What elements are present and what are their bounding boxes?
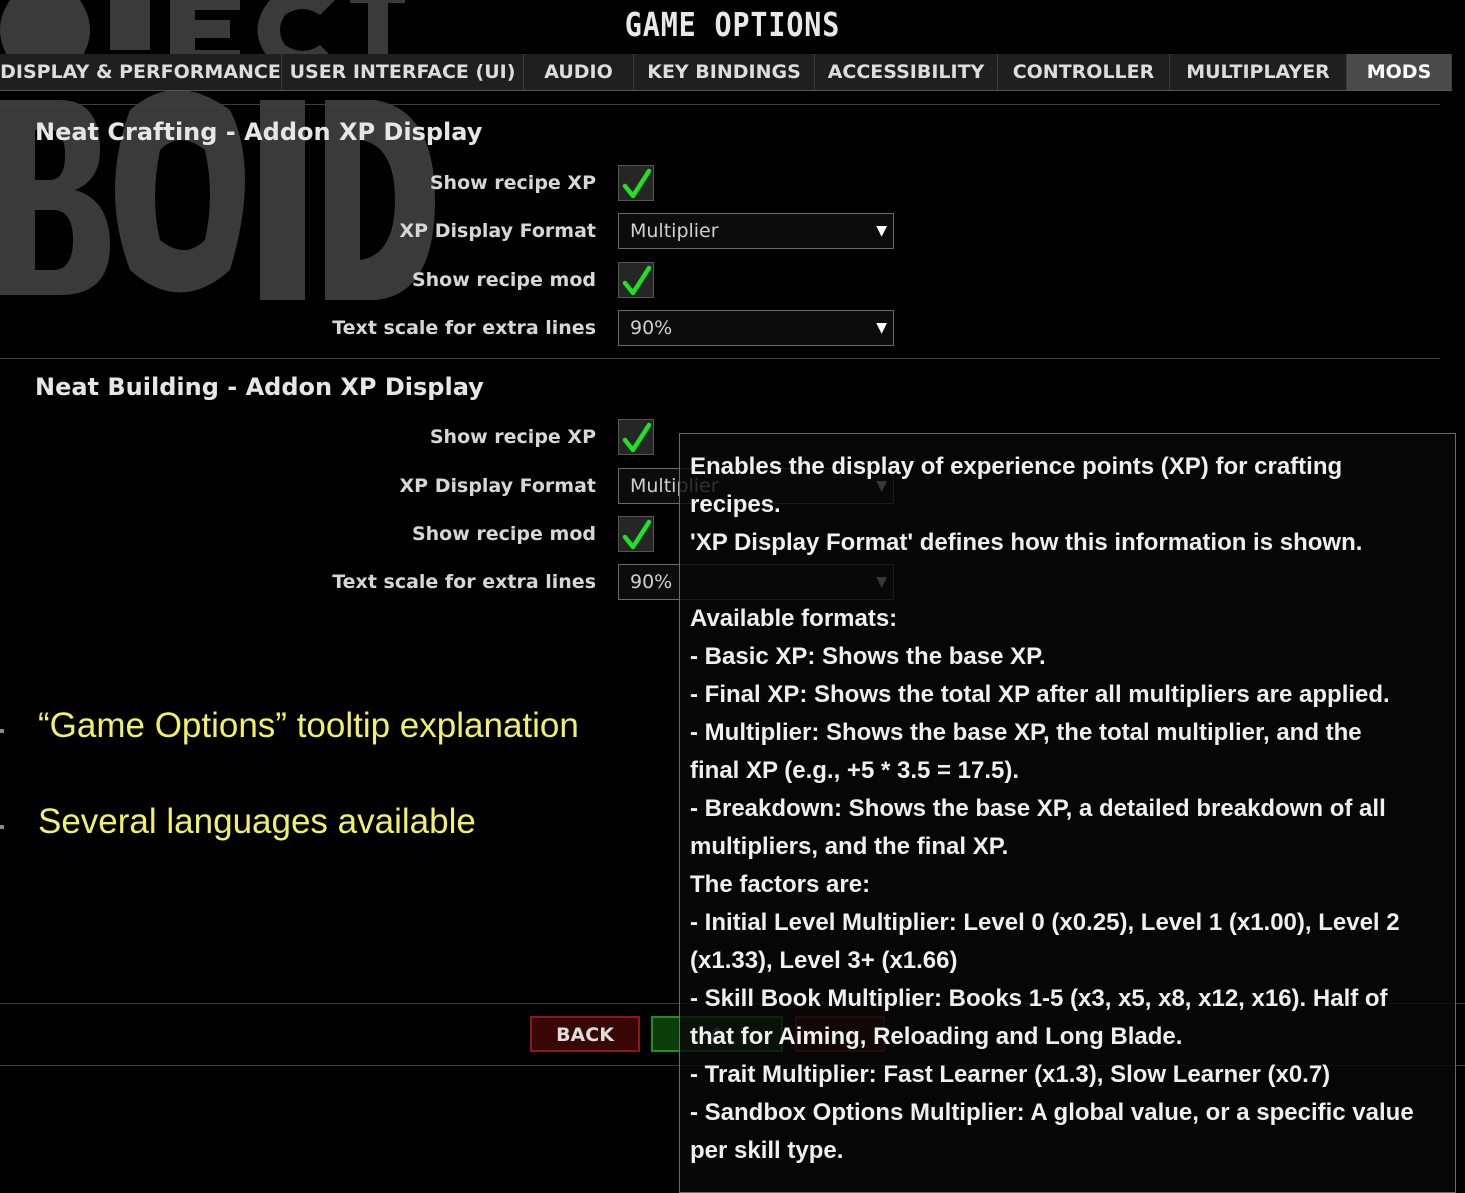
show-recipe-xp-label: Show recipe XP <box>429 426 596 448</box>
divider <box>0 358 1440 359</box>
xp-display-format-value: Multiplier <box>630 220 719 242</box>
check-icon <box>622 519 652 550</box>
tooltip-line: per skill type. <box>690 1137 844 1164</box>
show-recipe-mod-label: Show recipe mod <box>411 269 596 291</box>
text-scale-label: Text scale for extra lines <box>332 571 596 593</box>
tooltip-line: - Sandbox Options Multiplier: A global v… <box>690 1099 1414 1126</box>
tab-mods[interactable]: MODS <box>1347 54 1452 90</box>
bullet-icon <box>0 729 4 733</box>
section-title-neat-building: Neat Building - Addon XP Display <box>35 373 484 401</box>
tooltip-line <box>690 562 1445 600</box>
tab-bar: DISPLAY & PERFORMANCE USER INTERFACE (UI… <box>0 54 1452 91</box>
dropdown-arrow-icon: ▼ <box>876 320 887 336</box>
tooltip-line: recipes. <box>690 491 781 518</box>
tooltip-line: The factors are: <box>690 871 871 898</box>
tooltip-line: (x1.33), Level 3+ (x1.66) <box>690 947 958 974</box>
tooltip-line: that for Aiming, Reloading and Long Blad… <box>690 1023 1183 1050</box>
tooltip-line: - Basic XP: Shows the base XP. <box>690 643 1046 670</box>
tooltip-line: - Trait Multiplier: Fast Learner (x1.3),… <box>690 1061 1331 1088</box>
bullet-icon <box>0 825 4 829</box>
tab-user-interface[interactable]: USER INTERFACE (UI) <box>282 54 524 90</box>
tab-controller[interactable]: CONTROLLER <box>998 54 1170 90</box>
show-recipe-mod-checkbox[interactable] <box>618 262 654 298</box>
page-title: GAME OPTIONS <box>624 5 841 44</box>
xp-display-format-label: XP Display Format <box>399 220 596 242</box>
show-recipe-xp-checkbox[interactable] <box>618 165 654 201</box>
text-scale-value: 90% <box>630 571 673 593</box>
text-scale-value: 90% <box>630 317 673 339</box>
tab-display-performance[interactable]: DISPLAY & PERFORMANCE <box>0 54 282 90</box>
tooltip-line: - Initial Level Multiplier: Level 0 (x0.… <box>690 909 1400 936</box>
show-recipe-mod-checkbox[interactable] <box>618 516 654 552</box>
tooltip-line: 'XP Display Format' defines how this inf… <box>690 529 1363 556</box>
show-recipe-xp-checkbox[interactable] <box>618 419 654 455</box>
text-scale-label: Text scale for extra lines <box>332 317 596 339</box>
show-recipe-mod-label: Show recipe mod <box>411 523 596 545</box>
note-languages: Several languages available <box>38 802 476 841</box>
tooltip-line: - Final XP: Shows the total XP after all… <box>690 681 1390 708</box>
check-icon <box>622 168 652 199</box>
text-scale-dropdown[interactable]: 90% ▼ <box>618 310 894 346</box>
show-recipe-xp-label: Show recipe XP <box>429 172 596 194</box>
tooltip-line: Enables the display of experience points… <box>690 453 1343 480</box>
check-icon <box>622 422 652 453</box>
tooltip-line: - Multiplier: Shows the base XP, the tot… <box>690 719 1362 746</box>
tooltip-line: - Breakdown: Shows the base XP, a detail… <box>690 795 1386 822</box>
note-tooltip-explanation: “Game Options” tooltip explanation <box>38 706 579 745</box>
tooltip-line: Available formats: <box>690 605 898 632</box>
tooltip-line: final XP (e.g., +5 * 3.5 = 17.5). <box>690 757 1020 784</box>
xp-display-format-dropdown[interactable]: Multiplier ▼ <box>618 213 894 249</box>
dropdown-arrow-icon: ▼ <box>876 223 887 239</box>
tooltip-line: multipliers, and the final XP. <box>690 833 1009 860</box>
check-icon <box>622 265 652 296</box>
tooltip-panel: Enables the display of experience points… <box>679 433 1456 1193</box>
back-button[interactable]: BACK <box>530 1016 640 1052</box>
divider <box>0 104 1440 105</box>
tab-audio[interactable]: AUDIO <box>524 54 634 90</box>
tooltip-line: - Skill Book Multiplier: Books 1-5 (x3, … <box>690 985 1388 1012</box>
tab-key-bindings[interactable]: KEY BINDINGS <box>634 54 815 90</box>
xp-display-format-label: XP Display Format <box>399 475 596 497</box>
section-title-neat-crafting: Neat Crafting - Addon XP Display <box>35 118 483 146</box>
tab-accessibility[interactable]: ACCESSIBILITY <box>815 54 998 90</box>
tab-multiplayer[interactable]: MULTIPLAYER <box>1170 54 1347 90</box>
